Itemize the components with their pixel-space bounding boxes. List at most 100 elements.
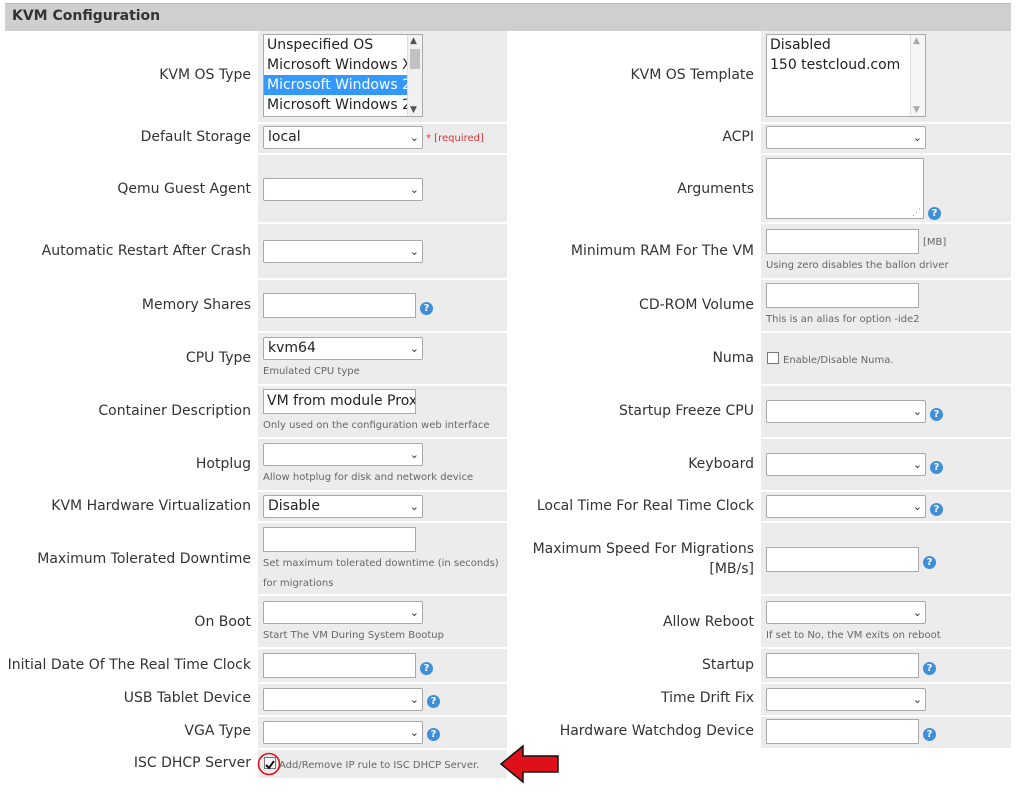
- acpi-select[interactable]: ⌄: [766, 126, 926, 149]
- auto-restart-select[interactable]: ⌄: [263, 240, 423, 263]
- label-max-speed-line1: Maximum Speed For Migrations: [532, 541, 754, 557]
- chevron-down-icon: ⌄: [409, 183, 419, 196]
- chevron-down-icon: ⌄: [912, 693, 922, 706]
- help-icon[interactable]: ?: [427, 728, 440, 741]
- scroll-up-icon[interactable]: ▲: [913, 36, 920, 46]
- label-memory-shares: Memory Shares: [141, 297, 251, 313]
- startup-freeze-select[interactable]: ⌄: [766, 400, 926, 423]
- chevron-down-icon: ⌄: [409, 693, 419, 706]
- min-ram-input[interactable]: [766, 229, 919, 254]
- min-ram-unit: [MB]: [923, 237, 947, 248]
- resize-grip-icon[interactable]: ⋰: [912, 208, 921, 218]
- chevron-down-icon: ⌄: [409, 606, 419, 619]
- os-option[interactable]: Unspecified OS: [264, 35, 422, 55]
- default-storage-select[interactable]: local ⌄: [263, 126, 423, 149]
- cdrom-hint: This is an alias for option -ide2: [766, 314, 920, 325]
- label-arguments: Arguments: [677, 181, 754, 197]
- os-option[interactable]: Microsoft Windows XP: [264, 55, 422, 75]
- chevron-down-icon: ⌄: [912, 131, 922, 144]
- help-icon[interactable]: ?: [420, 662, 433, 675]
- allow-reboot-select[interactable]: ⌄: [766, 601, 926, 624]
- memory-shares-input[interactable]: [263, 293, 416, 318]
- scroll-up-icon[interactable]: ▲: [410, 36, 417, 46]
- hotplug-hint: Allow hotplug for disk and network devic…: [263, 472, 474, 483]
- startup-input[interactable]: [766, 653, 919, 678]
- min-ram-hint: Using zero disables the ballon driver: [766, 260, 949, 271]
- template-option[interactable]: 150 testcloud.com: [767, 55, 925, 75]
- scroll-down-icon[interactable]: ▼: [913, 105, 920, 115]
- kvm-hw-virt-select[interactable]: Disable ⌄: [263, 495, 423, 518]
- default-storage-value: local: [268, 129, 301, 145]
- label-container-description: Container Description: [98, 403, 251, 419]
- chevron-down-icon: ⌄: [409, 448, 419, 461]
- red-arrow-left-icon: [499, 744, 559, 784]
- required-marker: * [required]: [426, 133, 484, 144]
- label-usb-tablet: USB Tablet Device: [123, 690, 251, 706]
- cdrom-input[interactable]: [766, 283, 919, 308]
- listbox-scrollbar[interactable]: ▲ ▼: [910, 35, 925, 116]
- help-icon[interactable]: ?: [923, 728, 936, 741]
- on-boot-hint: Start The VM During System Bootup: [263, 630, 444, 641]
- watchdog-input[interactable]: [766, 719, 919, 744]
- label-auto-restart: Automatic Restart After Crash: [41, 243, 251, 259]
- local-time-select[interactable]: ⌄: [766, 495, 926, 518]
- label-kvm-os-template: KVM OS Template: [630, 67, 754, 83]
- label-hotplug: Hotplug: [195, 456, 251, 472]
- help-icon[interactable]: ?: [923, 556, 936, 569]
- help-icon[interactable]: ?: [923, 662, 936, 675]
- label-vga-type: VGA Type: [184, 723, 251, 739]
- kvm-os-type-listbox[interactable]: Unspecified OS Microsoft Windows XP Micr…: [263, 34, 423, 117]
- label-startup-freeze: Startup Freeze CPU: [619, 403, 754, 419]
- template-option[interactable]: Disabled: [767, 35, 925, 55]
- max-downtime-input[interactable]: [263, 527, 416, 552]
- label-time-drift: Time Drift Fix: [661, 690, 754, 706]
- help-icon[interactable]: ?: [928, 207, 941, 220]
- scroll-down-icon[interactable]: ▼: [410, 105, 417, 115]
- label-qemu-agent: Qemu Guest Agent: [117, 181, 251, 197]
- numa-hint: Enable/Disable Numa.: [783, 355, 894, 366]
- help-icon[interactable]: ?: [930, 408, 943, 421]
- os-option-selected[interactable]: Microsoft Windows 2000: [264, 75, 422, 95]
- usb-tablet-select[interactable]: ⌄: [263, 688, 423, 711]
- cpu-type-value: kvm64: [268, 340, 316, 356]
- max-speed-input[interactable]: [766, 547, 919, 572]
- initial-date-input[interactable]: [263, 653, 416, 678]
- scroll-thumb[interactable]: [410, 49, 420, 69]
- label-initial-date: Initial Date Of The Real Time Clock: [7, 657, 251, 673]
- chevron-down-icon: ⌄: [409, 342, 419, 355]
- label-min-ram: Minimum RAM For The VM: [570, 243, 754, 259]
- on-boot-select[interactable]: ⌄: [263, 601, 423, 624]
- kvm-hw-virt-value: Disable: [268, 498, 320, 514]
- vga-type-select[interactable]: ⌄: [263, 721, 423, 744]
- container-description-input[interactable]: VM from module Proxmox: [263, 389, 416, 414]
- help-icon[interactable]: ?: [930, 461, 943, 474]
- chevron-down-icon: ⌄: [409, 726, 419, 739]
- cpu-type-hint: Emulated CPU type: [263, 366, 360, 377]
- container-description-hint: Only used on the configuration web inter…: [263, 420, 490, 431]
- label-kvm-os-type: KVM OS Type: [159, 67, 251, 83]
- numa-checkbox[interactable]: [767, 352, 779, 364]
- os-option[interactable]: Microsoft Windows 2003: [264, 95, 422, 115]
- section-header: KVM Configuration: [5, 3, 1011, 31]
- chevron-down-icon: ⌄: [912, 405, 922, 418]
- label-cdrom: CD-ROM Volume: [639, 297, 754, 313]
- cpu-type-select[interactable]: kvm64 ⌄: [263, 337, 423, 360]
- qemu-agent-select[interactable]: ⌄: [263, 178, 423, 201]
- chevron-down-icon: ⌄: [912, 500, 922, 513]
- kvm-os-template-listbox[interactable]: Disabled 150 testcloud.com ▲ ▼: [766, 34, 926, 117]
- help-icon[interactable]: ?: [930, 503, 943, 516]
- label-allow-reboot: Allow Reboot: [662, 614, 754, 630]
- label-max-speed-line2: [MB/s]: [709, 561, 754, 577]
- help-icon[interactable]: ?: [420, 302, 433, 315]
- listbox-scrollbar[interactable]: ▲ ▼: [407, 35, 422, 116]
- max-downtime-hint: Set maximum tolerated downtime (in secon…: [263, 558, 499, 589]
- arguments-textarea[interactable]: ⋰: [766, 158, 924, 219]
- label-keyboard: Keyboard: [688, 456, 754, 472]
- help-icon[interactable]: ?: [427, 695, 440, 708]
- label-acpi: ACPI: [722, 129, 754, 145]
- keyboard-select[interactable]: ⌄: [766, 453, 926, 476]
- chevron-down-icon: ⌄: [912, 458, 922, 471]
- label-on-boot: On Boot: [194, 614, 251, 630]
- hotplug-select[interactable]: ⌄: [263, 443, 423, 466]
- time-drift-select[interactable]: ⌄: [766, 688, 926, 711]
